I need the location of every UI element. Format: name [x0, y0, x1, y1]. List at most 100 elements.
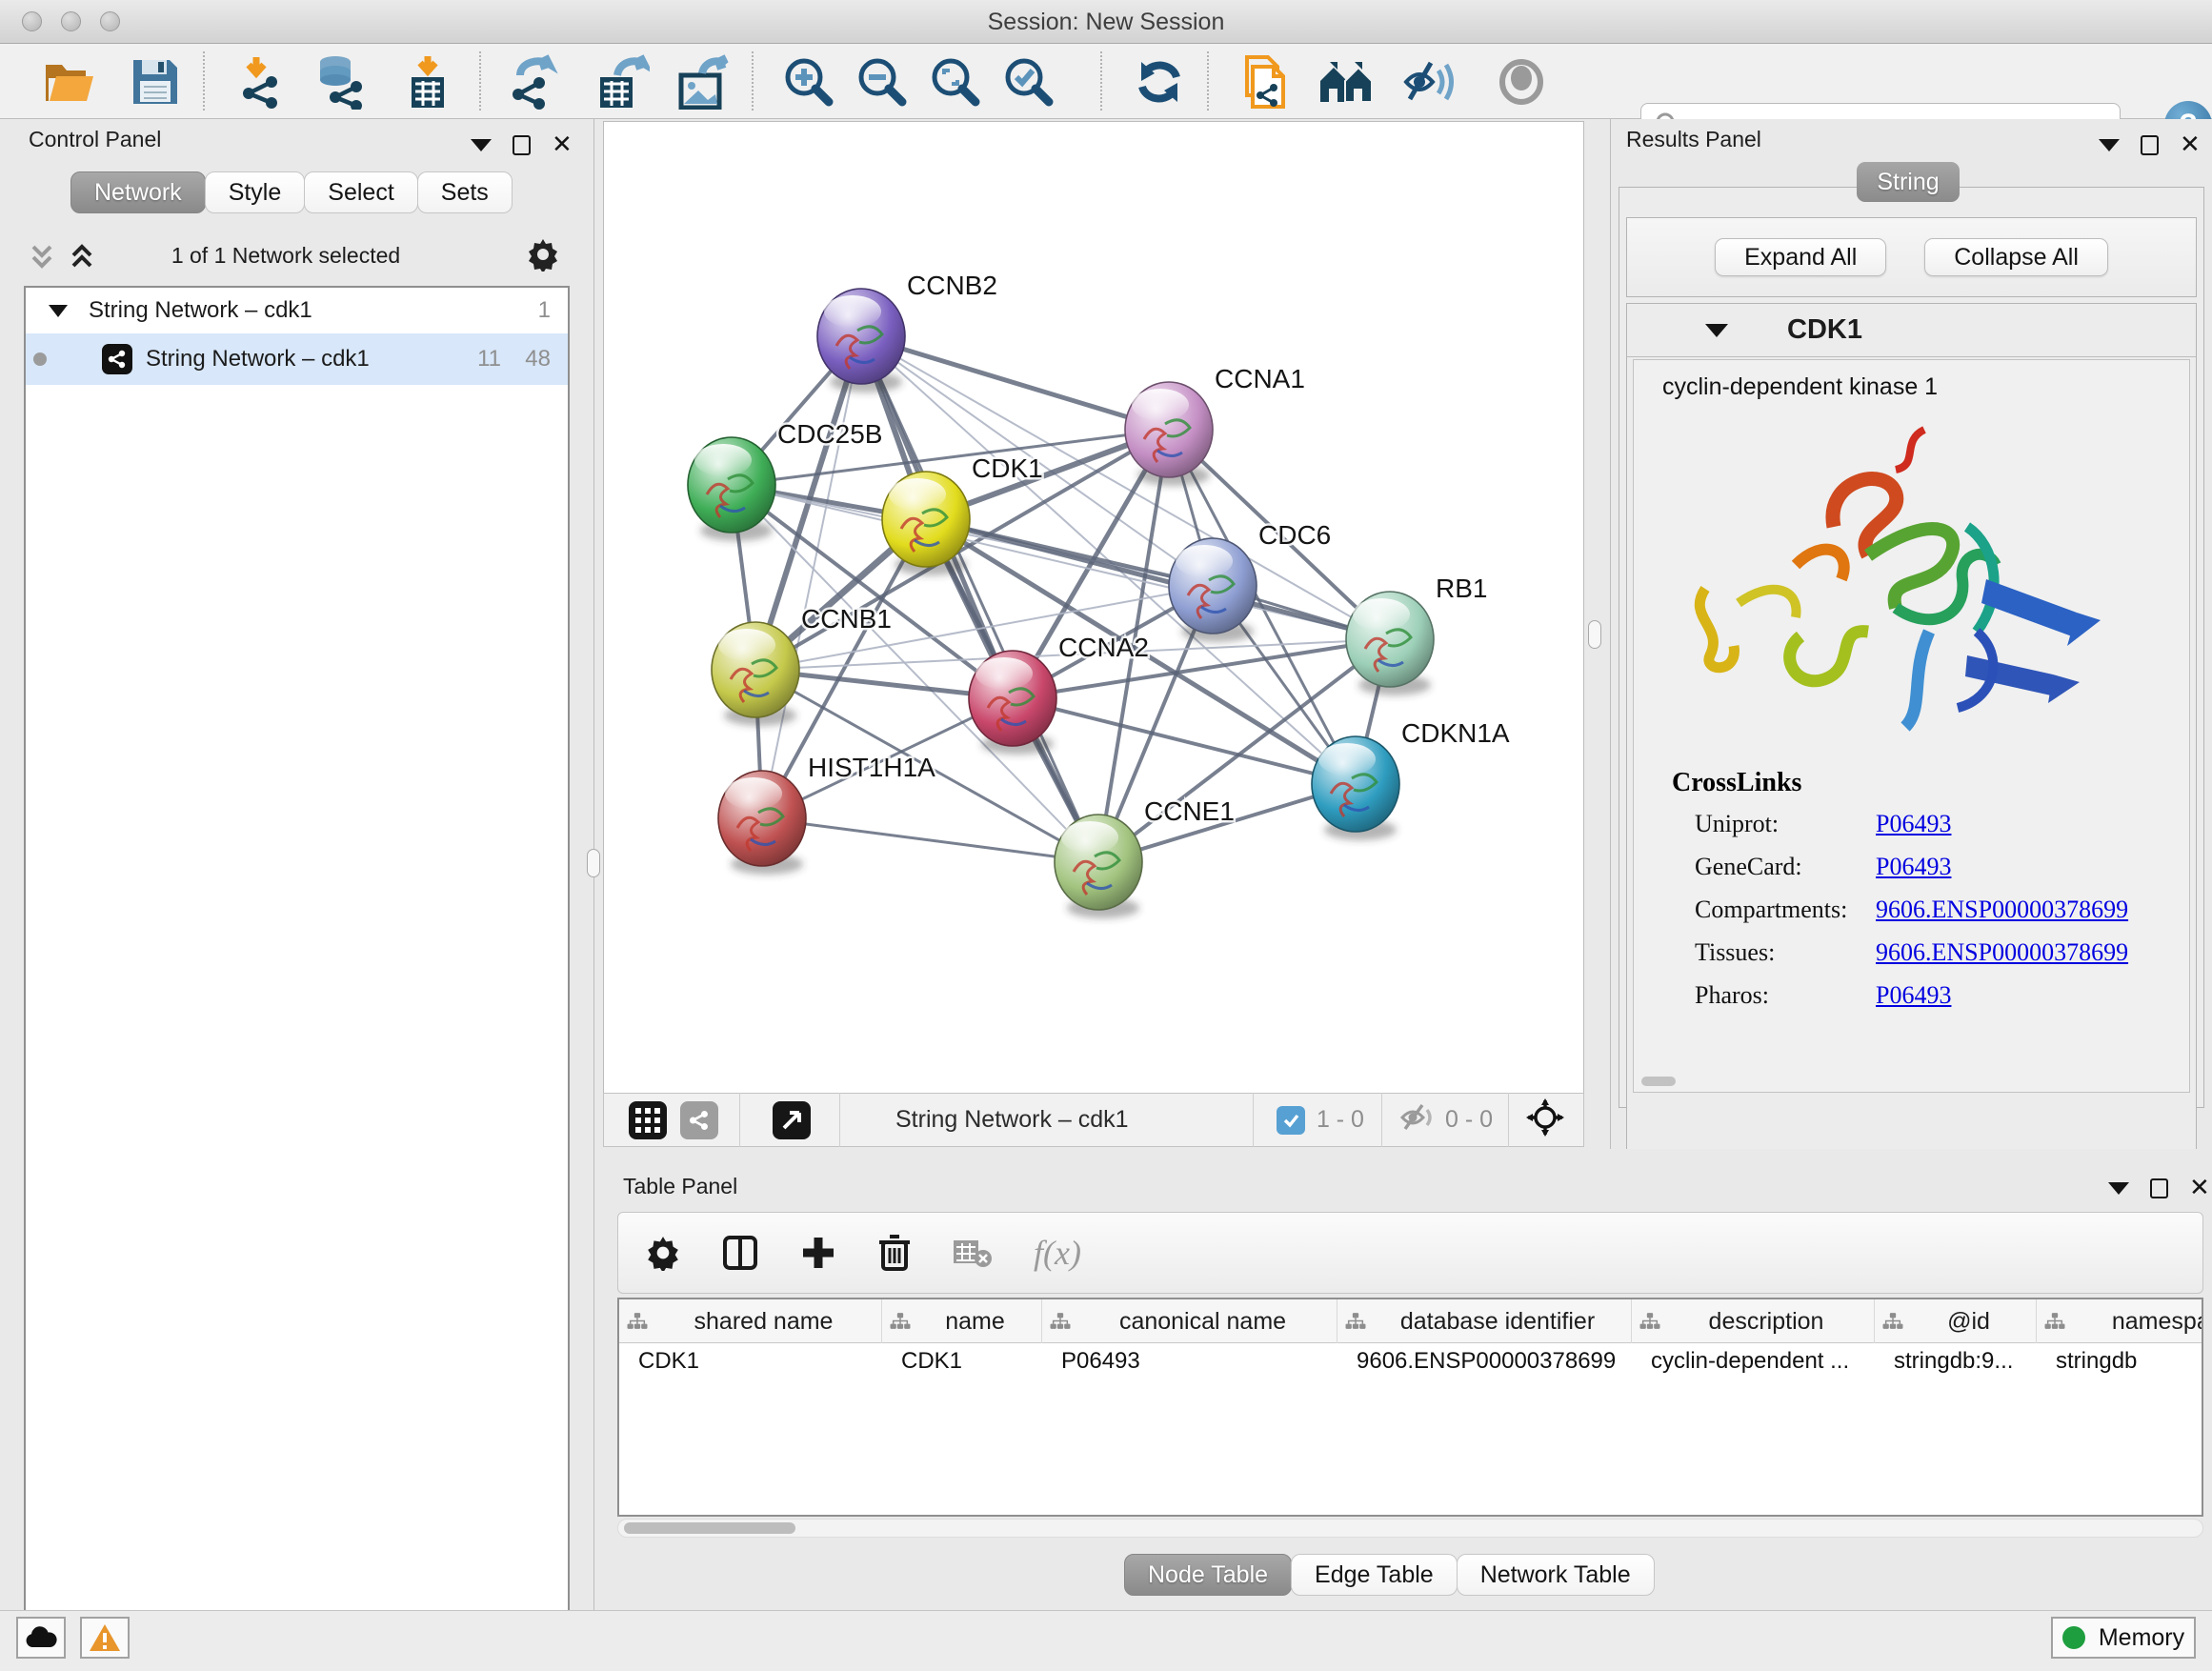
panel-float-icon[interactable] [2108, 1182, 2129, 1195]
left-splitter-handle[interactable] [587, 849, 600, 877]
function-builder-button[interactable]: f(x) [1034, 1233, 1081, 1273]
titlebar[interactable]: Session: New Session [0, 0, 2212, 44]
collapse-gene-icon[interactable] [1705, 324, 1728, 337]
gene-card-header[interactable]: CDK1 [1627, 304, 2196, 357]
network-collection-row[interactable]: String Network – cdk1 1 [26, 288, 568, 333]
tab-select[interactable]: Select [304, 171, 417, 213]
collapse-all-networks-button[interactable] [29, 241, 55, 276]
panel-undock-icon[interactable] [2150, 1178, 2168, 1198]
zoom-out-button[interactable] [853, 53, 912, 111]
tab-network-table[interactable]: Network Table [1457, 1554, 1655, 1596]
network-node-cdc6[interactable]: CDC6 [1169, 520, 1331, 642]
tab-string[interactable]: String [1857, 162, 1960, 202]
detach-view-button[interactable] [773, 1101, 811, 1139]
import-network-from-database-button[interactable] [310, 53, 369, 111]
memory-button[interactable]: Memory [2051, 1617, 2196, 1659]
tab-node-table[interactable]: Node Table [1124, 1554, 1292, 1596]
column-header-shared-name[interactable]: shared name [619, 1299, 882, 1343]
tree-expander-icon[interactable] [49, 305, 68, 317]
collapse-all-button[interactable]: Collapse All [1924, 238, 2108, 276]
panel-close-icon[interactable]: ✕ [2189, 1176, 2210, 1200]
save-session-button[interactable] [126, 53, 185, 111]
crosslink-link[interactable]: 9606.ENSP00000378699 [1876, 938, 2128, 981]
crosslink-link[interactable]: 9606.ENSP00000378699 [1876, 896, 2128, 938]
export-network-button[interactable] [505, 53, 564, 111]
fit-content-button[interactable] [1526, 1098, 1564, 1141]
zoom-selected-button[interactable] [999, 53, 1058, 111]
import-network-button[interactable] [232, 53, 292, 111]
panel-close-icon[interactable]: ✕ [2180, 132, 2201, 157]
table-cell[interactable]: stringdb [2037, 1343, 2203, 1379]
warnings-button[interactable] [80, 1617, 130, 1659]
crosslink-link[interactable]: P06493 [1876, 981, 1951, 1024]
string-enhance-button[interactable] [1400, 53, 1459, 111]
zoom-in-button[interactable] [779, 53, 838, 111]
table-horizontal-scrollbar[interactable] [617, 1519, 2203, 1538]
network-graph[interactable]: CCNB2CCNA1CDC25BCDK1CDC6RB1CCNB1CCNA2CDK… [604, 122, 1583, 1092]
refresh-view-button[interactable] [1130, 53, 1189, 111]
tab-sets[interactable]: Sets [417, 171, 513, 213]
crosslink-link[interactable]: P06493 [1876, 810, 1951, 853]
panel-close-icon[interactable]: ✕ [552, 132, 573, 157]
birdseye-grid-button[interactable] [629, 1101, 667, 1139]
network-edge[interactable] [762, 818, 1098, 862]
gene-card-scrollbar[interactable] [1641, 1077, 1676, 1086]
network-node-ccne1[interactable]: CCNE1 [1055, 796, 1235, 918]
add-column-button[interactable] [799, 1234, 837, 1272]
show-columns-button[interactable] [721, 1234, 759, 1272]
right-splitter-handle[interactable] [1588, 620, 1601, 649]
string-protein-query-button[interactable] [1317, 53, 1376, 111]
network-edge[interactable] [861, 336, 1098, 862]
table-cell[interactable]: 9606.ENSP00000378699 [1337, 1343, 1632, 1379]
presentation-mode-button[interactable] [1492, 53, 1551, 111]
column-header-database-identifier[interactable]: database identifier [1337, 1299, 1632, 1343]
column-header--id[interactable]: @id [1875, 1299, 2037, 1343]
network-share-button[interactable] [680, 1101, 718, 1139]
column-header-namespace[interactable]: namespace [2037, 1299, 2203, 1343]
network-panel-options-button[interactable] [526, 237, 560, 276]
expand-all-button[interactable]: Expand All [1715, 238, 1886, 276]
network-node-ccna2[interactable]: CCNA2 [969, 633, 1149, 755]
zoom-fit-button[interactable] [926, 53, 985, 111]
tab-style[interactable]: Style [205, 171, 306, 213]
export-table-button[interactable] [593, 53, 652, 111]
panel-float-icon[interactable] [471, 139, 492, 151]
network-node-hist1h1a[interactable]: HIST1H1A [718, 753, 935, 875]
table-cell[interactable]: stringdb:9... [1875, 1343, 2037, 1379]
panel-float-icon[interactable] [2099, 139, 2120, 151]
network-node-ccna1[interactable]: CCNA1 [1125, 364, 1305, 486]
panel-undock-icon[interactable] [2141, 135, 2159, 155]
string-import-button[interactable] [1235, 53, 1294, 111]
scrollbar-thumb[interactable] [624, 1522, 795, 1534]
network-node-rb1[interactable]: RB1 [1346, 574, 1487, 695]
export-image-button[interactable] [674, 53, 733, 111]
hidden-eye-icon[interactable] [1399, 1102, 1436, 1137]
network-node-cdc25b[interactable]: CDC25B [688, 419, 882, 541]
crosslink-link[interactable]: P06493 [1876, 853, 1951, 896]
network-row[interactable]: String Network – cdk1 11 48 [26, 333, 568, 385]
table-row[interactable]: CDK1CDK1P064939606.ENSP00000378699cyclin… [619, 1343, 2202, 1379]
open-session-button[interactable] [40, 53, 99, 111]
cloud-button[interactable] [16, 1617, 66, 1659]
column-header-canonical-name[interactable]: canonical name [1042, 1299, 1337, 1343]
tab-edge-table[interactable]: Edge Table [1291, 1554, 1458, 1596]
delete-table-button[interactable] [952, 1237, 994, 1269]
table-cell[interactable]: CDK1 [882, 1343, 1042, 1379]
expand-all-networks-button[interactable] [69, 241, 95, 276]
panel-undock-icon[interactable] [513, 135, 531, 155]
network-node-cdkn1a[interactable]: CDKN1A [1312, 718, 1510, 840]
selected-checkbox-icon[interactable] [1277, 1106, 1305, 1135]
table-cell[interactable]: cyclin-dependent ... [1632, 1343, 1875, 1379]
table-cell[interactable]: CDK1 [619, 1343, 882, 1379]
tab-network[interactable]: Network [70, 171, 206, 213]
network-edge[interactable] [861, 336, 1169, 430]
delete-column-button[interactable] [877, 1233, 912, 1273]
import-table-button[interactable] [398, 53, 457, 111]
table-cell[interactable]: P06493 [1042, 1343, 1337, 1379]
column-header-name[interactable]: name [882, 1299, 1042, 1343]
network-canvas[interactable]: CCNB2CCNA1CDC25BCDK1CDC6RB1CCNB1CCNA2CDK… [603, 121, 1584, 1093]
network-edge[interactable] [762, 336, 861, 818]
table-options-button[interactable] [645, 1235, 681, 1271]
network-node-ccnb2[interactable]: CCNB2 [817, 271, 997, 393]
column-header-description[interactable]: description [1632, 1299, 1875, 1343]
